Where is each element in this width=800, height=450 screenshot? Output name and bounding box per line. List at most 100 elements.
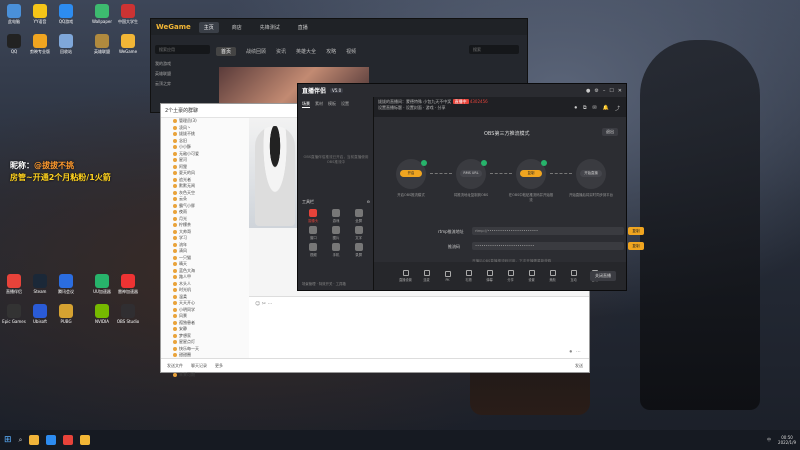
- desktop-icon[interactable]: OBS Studio: [116, 304, 140, 324]
- toolbar-button[interactable]: PK: [438, 270, 457, 282]
- exit-obs-button[interactable]: 退出: [602, 128, 618, 136]
- settings-icon[interactable]: ⚙: [594, 88, 598, 94]
- qq-bottom-item[interactable]: 更多: [215, 363, 223, 369]
- more-icon[interactable]: ⋯: [576, 349, 581, 355]
- desktop-icon[interactable]: 剪映专业版: [28, 34, 52, 54]
- qq-bottom-item[interactable]: 发送文件: [167, 363, 183, 369]
- wegame-search-input[interactable]: 搜索应用: [155, 45, 210, 54]
- bell-icon[interactable]: 🔔: [603, 105, 609, 112]
- source-item[interactable]: 摄像头: [302, 209, 325, 223]
- step-2: RMS URL: [456, 159, 487, 189]
- qq-taskbar-icon[interactable]: [46, 435, 57, 445]
- message-icon[interactable]: ✉: [593, 105, 597, 112]
- toolbar-button[interactable]: 互动: [564, 270, 583, 282]
- toolbar-button[interactable]: 直播设置: [396, 270, 415, 282]
- wegame-tab-home[interactable]: 主页: [198, 21, 219, 33]
- avatar: [173, 281, 177, 286]
- member-name: 梦想家: [179, 332, 191, 338]
- desktop-icon[interactable]: YY语音: [28, 4, 52, 24]
- copy-rtmp-button[interactable]: 复制: [628, 227, 644, 235]
- desktop-icon[interactable]: Wallpaper: [90, 4, 114, 24]
- rtmp-url-field[interactable]: rtmp://••••••••••••••••••••••••: [472, 227, 624, 235]
- wegame-tab-beta[interactable]: 先锋测试: [255, 22, 285, 33]
- record-icon[interactable]: ⏺: [574, 105, 577, 112]
- tab-material[interactable]: 素材: [315, 101, 323, 108]
- close-icon[interactable]: ✕: [618, 88, 622, 94]
- desktop-icon[interactable]: Epic Games: [2, 304, 26, 324]
- toolbar-button[interactable]: 设置: [522, 270, 541, 282]
- wegame-tab-live[interactable]: 直播: [293, 22, 313, 33]
- desktop-icon[interactable]: 直播伴侣: [2, 274, 26, 294]
- emoji-icon[interactable]: ☺ ✂ ⋯: [255, 301, 273, 307]
- wegame-subtab[interactable]: 资讯: [276, 48, 286, 55]
- minimize-icon[interactable]: –: [603, 88, 606, 94]
- toolbar-button[interactable]: 连麦: [417, 270, 436, 282]
- qq-message-input[interactable]: ☺ ✂ ⋯ ⏺ ⋯: [249, 296, 589, 358]
- desktop-icon[interactable]: 英雄联盟: [90, 34, 114, 54]
- step-pill[interactable]: 复制: [520, 170, 542, 177]
- toolbar-button[interactable]: 弹幕: [480, 270, 499, 282]
- wegame-search2-input[interactable]: 搜索: [469, 45, 519, 54]
- member-list-item[interactable]: 未来可期: [161, 372, 249, 379]
- source-item[interactable]: 视频: [302, 243, 325, 257]
- source-item[interactable]: 全屏: [347, 209, 370, 223]
- wegame-subtab[interactable]: 首页: [216, 46, 237, 56]
- wegame-subtab[interactable]: 战绩回顾: [246, 48, 266, 55]
- maximize-icon[interactable]: ☐: [609, 88, 613, 94]
- desktop-icon[interactable]: Ubisoft: [28, 304, 52, 324]
- step-pill[interactable]: RMS URL: [460, 170, 482, 177]
- collapse-icon[interactable]: ⊖: [367, 199, 370, 205]
- screenshot-icon[interactable]: ⧉: [583, 105, 587, 112]
- source-item[interactable]: 游戏: [325, 209, 348, 223]
- toolbar-button[interactable]: 分享: [501, 270, 520, 282]
- wegame-tab-store[interactable]: 商店: [227, 22, 247, 33]
- toolbar-button[interactable]: 美颜: [543, 270, 562, 282]
- wegame-side-item[interactable]: 云顶之弈: [155, 79, 210, 89]
- qq-send-button[interactable]: 发送: [575, 363, 583, 369]
- tab-settings[interactable]: 设置: [341, 101, 349, 108]
- start-icon[interactable]: ⊞: [4, 435, 12, 445]
- desktop-icon[interactable]: UU加速器: [90, 274, 114, 294]
- share-icon[interactable]: ⤴: [615, 105, 620, 112]
- desktop-icon[interactable]: QQ: [2, 34, 26, 54]
- ime-indicator[interactable]: 中: [767, 437, 771, 443]
- wegame-subtab[interactable]: 视频: [346, 48, 356, 55]
- member-name: 大帅哥: [179, 228, 191, 234]
- source-item[interactable]: 窗口: [302, 226, 325, 240]
- desktop-icon[interactable]: 腾讯会议: [54, 274, 78, 294]
- source-item[interactable]: 手机: [325, 243, 348, 257]
- wegame-subtab[interactable]: 攻略: [326, 48, 336, 55]
- copy-key-button[interactable]: 复制: [628, 242, 644, 250]
- stop-live-button[interactable]: 关闭直播: [590, 271, 616, 281]
- step-pill[interactable]: 开始直播: [580, 170, 602, 177]
- source-item[interactable]: 录屏: [347, 243, 370, 257]
- app-icon: [121, 34, 135, 48]
- toolbar-button[interactable]: 礼物: [459, 270, 478, 282]
- desktop-icon[interactable]: QQ游戏: [54, 4, 78, 24]
- live-taskbar-icon[interactable]: [63, 435, 74, 445]
- folder-icon[interactable]: [29, 435, 40, 445]
- desktop-icon[interactable]: WeGame: [116, 34, 140, 54]
- source-item[interactable]: 图片: [325, 226, 348, 240]
- clock[interactable]: 00:50 2022/1/9: [778, 435, 796, 445]
- desktop-icon[interactable]: 此电脑: [2, 4, 26, 24]
- desktop-icon[interactable]: 雷神加速器: [116, 274, 140, 294]
- stream-key-field[interactable]: ••••••••••••••••••••••••••••: [472, 242, 624, 250]
- desktop-icon[interactable]: PUBG: [54, 304, 78, 324]
- desktop-icon[interactable]: Steam: [28, 274, 52, 294]
- wegame-subtab[interactable]: 英雄大全: [296, 48, 316, 55]
- wegame-side-item[interactable]: 我的游戏: [155, 59, 210, 69]
- desktop-icon[interactable]: 回收站: [54, 34, 78, 54]
- tab-template[interactable]: 模板: [328, 101, 336, 108]
- desktop-icon[interactable]: 中国大学生: [116, 4, 140, 24]
- mic-icon[interactable]: ⏺: [569, 349, 572, 355]
- desktop-icon[interactable]: NVIDIA: [90, 304, 114, 324]
- wegame-side-item[interactable]: 英雄联盟: [155, 69, 210, 79]
- tab-scene[interactable]: 场景: [302, 101, 310, 108]
- qq-bottom-item[interactable]: 聊天记录: [191, 363, 207, 369]
- step-pill[interactable]: 开启: [400, 170, 422, 177]
- search-icon[interactable]: ⌕: [19, 436, 23, 445]
- avatar[interactable]: ●: [586, 88, 590, 94]
- source-item[interactable]: 文字: [347, 226, 370, 240]
- wegame-taskbar-icon[interactable]: [80, 435, 91, 445]
